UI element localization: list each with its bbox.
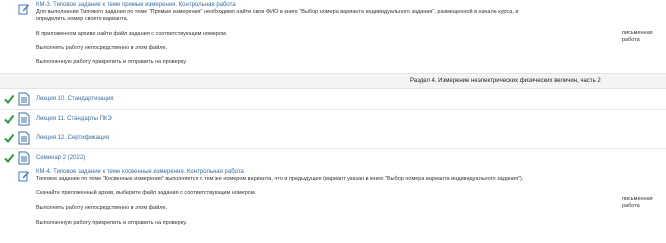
assignment-km4-desc-2: Скачайте приложенный архив, выберите фай… — [36, 190, 257, 196]
resource-link-lecture-10[interactable]: Лекция 10. Стандартизация — [36, 96, 114, 102]
resource-row-lecture-12[interactable]: Лекция 12. Сертификация — [0, 129, 666, 149]
document-icon — [18, 131, 30, 145]
assignment-icon — [18, 4, 29, 15]
assignment-km4-type: письменная работа — [622, 196, 653, 209]
completion-check-icon[interactable] — [4, 153, 14, 163]
assignment-km3-desc-2: определить номер своего варианта. — [36, 16, 129, 22]
document-icon — [18, 92, 30, 106]
assignment-km3-type: письменная работа — [622, 30, 653, 43]
section-header: Раздел 4. Измерение неэлектрических физи… — [0, 73, 666, 89]
assignment-km3-desc-5: Выполненную работу прикрепить и отправит… — [36, 59, 187, 65]
document-icon — [18, 112, 30, 126]
assignment-km3-desc-3: В приложенном архиве найти файл задания … — [36, 31, 228, 37]
assignment-km4-desc-4: Выполненную работу прикрепить и отправит… — [36, 220, 187, 226]
resource-row-lecture-11[interactable]: Лекция 11. Стандарты ПКЭ — [0, 110, 666, 130]
completion-check-icon[interactable] — [4, 114, 14, 124]
assignment-km3-desc-1: Для выполнения Типового задания по теме … — [36, 9, 519, 15]
assignment-km4-desc-3: Выполнять работу непосредственно в этом … — [36, 205, 168, 211]
completion-check-icon[interactable] — [4, 133, 14, 143]
assignment-km4: КМ-4. Типовое задание к теме косвенные и… — [0, 168, 666, 243]
completion-check-icon[interactable] — [4, 94, 14, 104]
resource-link-lecture-12[interactable]: Лекция 12. Сертификация — [36, 135, 109, 141]
resource-link-seminar-2[interactable]: Семинар 2 (2022) — [36, 155, 85, 161]
document-icon — [18, 151, 30, 165]
assignment-km4-desc-1: Типовое задание по теме "Косвенные измер… — [36, 176, 524, 182]
assignment-km3-desc-4: Выполнять работу непосредственно в этом … — [36, 45, 168, 51]
section-title: Раздел 4. Измерение неэлектрических физи… — [410, 78, 601, 84]
resource-link-lecture-11[interactable]: Лекция 11. Стандарты ПКЭ — [36, 116, 112, 122]
assignment-km4-link[interactable]: КМ-4. Типовое задание к теме косвенные и… — [36, 169, 244, 175]
assignment-icon — [18, 171, 29, 182]
resource-row-seminar-2[interactable]: Семинар 2 (2022) — [0, 149, 666, 169]
resource-row-lecture-10[interactable]: Лекция 10. Стандартизация — [0, 90, 666, 110]
assignment-km3-link[interactable]: КМ-3. Типовое задание к теме прямые изме… — [36, 2, 236, 8]
assignment-km3: КМ-3. Типовое задание к теме прямые изме… — [0, 0, 666, 73]
